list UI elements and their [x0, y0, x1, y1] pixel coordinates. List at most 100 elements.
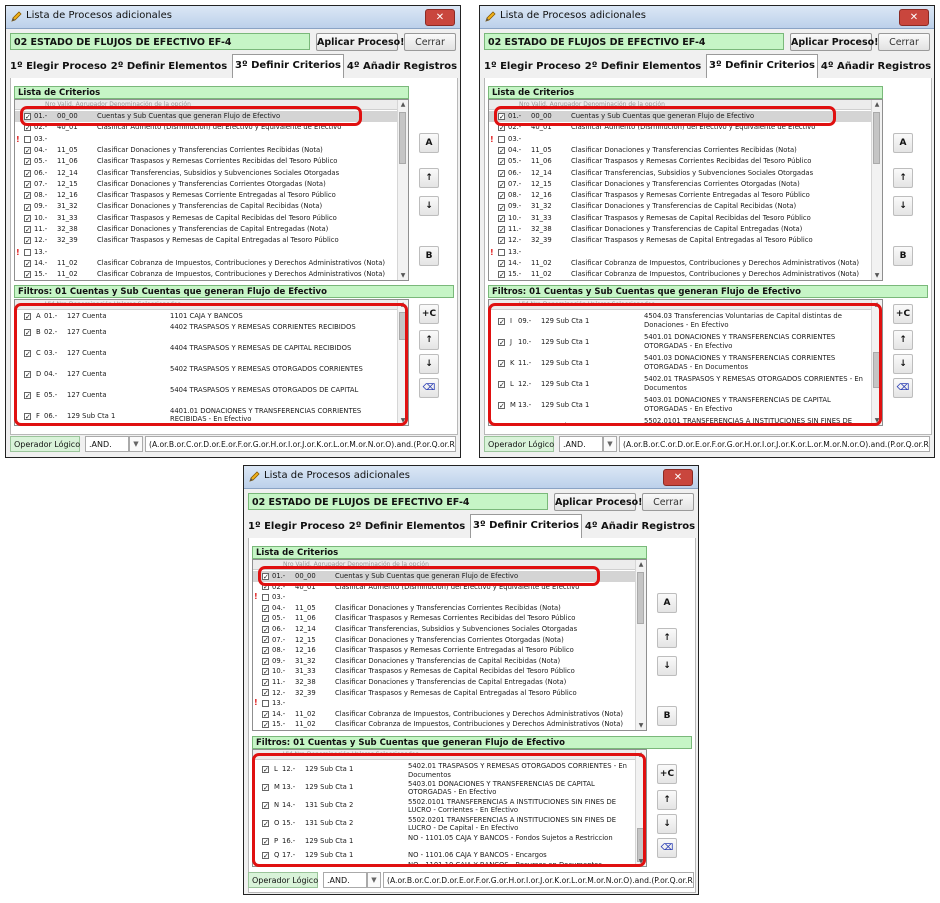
eraser-icon[interactable]: ⌫	[893, 378, 913, 398]
criteria-checkbox[interactable]: ✓	[262, 636, 269, 644]
close-icon[interactable]: ✕	[899, 9, 929, 26]
criteria-row[interactable]: ✓ 04.- 11_05 Clasificar Donaciones y Transf…	[489, 145, 871, 156]
criteria-checkbox[interactable]: ✓	[262, 721, 269, 729]
scroll-up-icon[interactable]: ▲	[872, 100, 882, 109]
tab-anadir-registros[interactable]: 4º Añadir Registros	[820, 56, 932, 78]
filter-checkbox[interactable]: ✓	[262, 838, 269, 846]
criteria-list[interactable]: Nro Valid. Agrupador Denominación de la …	[14, 99, 409, 281]
operator-select[interactable]: .AND.	[85, 436, 129, 452]
filter-row[interactable]: ✓ P 16.- 129 Sub Cta 1 NO - 1101.05 CAJA Y B…	[253, 833, 635, 851]
filter-checkbox[interactable]: ✓	[498, 381, 505, 389]
criteria-row[interactable]: ! 13.-	[489, 247, 871, 258]
scroll-up-icon[interactable]: ▲	[398, 300, 408, 309]
criteria-checkbox[interactable]: ✓	[498, 124, 505, 132]
criteria-row[interactable]: ✓ 10.- 31_33 Clasificar Traspasos y Remesas…	[15, 213, 397, 224]
filter-row[interactable]: ✓ N14.- 131 Sub Cta 2 5502.0101 TRANSFERENC…	[489, 416, 871, 425]
criteria-row[interactable]: ✓ 14.- 11_02 Clasificar Cobranza de Impuest…	[15, 258, 397, 269]
criteria-row[interactable]: ✓ 02.- 40_01 Clasificar Aumento (Disminució…	[15, 122, 397, 133]
filter-row[interactable]: ✓ A 01.- 127 Cuenta 1101 CAJA Y BANCOS	[15, 311, 397, 322]
criteria-checkbox[interactable]: ✓	[24, 158, 31, 166]
criteria-row[interactable]: ✓ 10.- 31_33 Clasificar Traspasos y Remesas…	[253, 666, 635, 677]
operator-expression[interactable]: (A.or.B.or.C.or.D.or.E.or.F.or.G.or.H.or…	[145, 436, 456, 452]
criteria-checkbox[interactable]: ✓	[24, 169, 31, 177]
filter-checkbox[interactable]: ✓	[24, 328, 31, 336]
filter-row[interactable]: ✓ Q 17.- 129 Sub Cta 1 NO - 1101.06 CAJA Y B…	[253, 851, 635, 860]
add-condition-button[interactable]: +C	[419, 304, 439, 324]
criteria-checkbox[interactable]: ✓	[24, 192, 31, 200]
move-up-button[interactable]: ↑	[893, 168, 913, 188]
criteria-checkbox[interactable]: ✓	[262, 668, 269, 676]
criteria-checkbox[interactable]: ✓	[262, 710, 269, 718]
button-a[interactable]: A	[657, 593, 677, 613]
criteria-row[interactable]: ✓ 05.- 11_06 Clasificar Traspasos y Remesas…	[489, 156, 871, 167]
filter-checkbox[interactable]: ✓	[498, 360, 505, 368]
filter-checkbox[interactable]: ✓	[262, 820, 269, 828]
close-button[interactable]: Cerrar	[878, 33, 930, 51]
tab-definir-criterios[interactable]: 3º Definir Criterios	[232, 54, 344, 79]
criteria-checkbox[interactable]: ✓	[24, 203, 31, 211]
criteria-row[interactable]: ✓ 07.- 12_15 Clasificar Donaciones y Transf…	[253, 635, 635, 646]
criteria-checkbox[interactable]: ✓	[262, 583, 269, 591]
criteria-checkbox[interactable]: ✓	[262, 646, 269, 654]
filter-move-down-button[interactable]: ↓	[419, 354, 439, 374]
button-b[interactable]: B	[419, 246, 439, 266]
tab-elegir-proceso[interactable]: 1º Elegir Proceso	[484, 56, 581, 78]
filter-checkbox[interactable]: ✓	[24, 312, 31, 320]
scroll-down-icon[interactable]: ▼	[636, 857, 646, 866]
move-up-button[interactable]: ↑	[419, 168, 439, 188]
scroll-thumb[interactable]	[399, 112, 406, 164]
add-condition-button[interactable]: +C	[657, 764, 677, 784]
dropdown-arrow-icon[interactable]: ▼	[129, 436, 143, 452]
criteria-row[interactable]: ✓ 02.- 40_01 Clasificar Aumento (Disminució…	[489, 122, 871, 133]
criteria-checkbox[interactable]	[262, 593, 269, 601]
criteria-checkbox[interactable]: ✓	[498, 147, 505, 155]
criteria-row[interactable]: ✓ 04.- 11_05 Clasificar Donaciones y Transf…	[15, 145, 397, 156]
scroll-thumb[interactable]	[399, 312, 406, 340]
tab-anadir-registros[interactable]: 4º Añadir Registros	[584, 516, 696, 538]
criteria-checkbox[interactable]: ✓	[498, 169, 505, 177]
scroll-down-icon[interactable]: ▼	[398, 271, 408, 280]
filter-checkbox[interactable]: ✓	[498, 423, 505, 425]
scroll-down-icon[interactable]: ▼	[872, 271, 882, 280]
filter-checkbox[interactable]: ✓	[24, 370, 31, 378]
close-icon[interactable]: ✕	[425, 9, 455, 26]
filter-row[interactable]: ✓ N14.- 131 Sub Cta 2 5502.0101 TRANSFERENC…	[253, 797, 635, 815]
criteria-row[interactable]: ! 03.-	[253, 592, 635, 603]
criteria-checkbox[interactable]: ✓	[262, 572, 269, 580]
criteria-checkbox[interactable]: ✓	[498, 237, 505, 245]
criteria-checkbox[interactable]: ✓	[24, 260, 31, 268]
filter-row[interactable]: ✓ R18.- 129 Sub Cta 1 NO - 1101.10 CAJA Y B…	[253, 860, 635, 866]
criteria-row[interactable]: ✓ 15.- 11_02 Clasificar Cobranza de Impuest…	[15, 269, 397, 280]
criteria-checkbox[interactable]: ✓	[24, 271, 31, 279]
criteria-checkbox[interactable]: ✓	[24, 226, 31, 234]
criteria-checkbox[interactable]: ✓	[498, 192, 505, 200]
tab-definir-criterios[interactable]: 3º Definir Criterios	[706, 54, 818, 79]
filters-scrollbar[interactable]: ▲ ▼	[635, 750, 646, 866]
operator-expression[interactable]: (A.or.B.or.C.or.D.or.E.or.F.or.G.or.H.or…	[619, 436, 930, 452]
criteria-checkbox[interactable]	[498, 135, 505, 143]
criteria-row[interactable]: ✓ 01.- 00_00 Cuentas y Sub Cuentas que gene…	[253, 571, 635, 582]
criteria-row[interactable]: ✓ 06.- 12_14 Clasificar Transferencias, Sub…	[489, 168, 871, 179]
tab-anadir-registros[interactable]: 4º Añadir Registros	[346, 56, 458, 78]
filter-checkbox[interactable]: ✓	[24, 412, 31, 420]
scroll-down-icon[interactable]: ▼	[398, 416, 408, 425]
filter-move-up-button[interactable]: ↑	[893, 330, 913, 350]
criteria-row[interactable]: ✓ 08.- 12_16 Clasificar Traspasos y Remesas…	[489, 190, 871, 201]
criteria-checkbox[interactable]: ✓	[498, 226, 505, 234]
criteria-checkbox[interactable]: ✓	[24, 214, 31, 222]
criteria-list[interactable]: Nro Valid. Agrupador Denominación de la …	[488, 99, 883, 281]
filter-checkbox[interactable]: ✓	[24, 349, 31, 357]
criteria-row[interactable]: ✓ 02.- 40_01 Clasificar Aumento (Disminució…	[253, 582, 635, 593]
criteria-row[interactable]: ! 13.-	[253, 698, 635, 709]
criteria-row[interactable]: ! 13.-	[15, 247, 397, 258]
scroll-down-icon[interactable]: ▼	[872, 416, 882, 425]
filter-row[interactable]: ✓ M 13.- 129 Sub Cta 1 5403.01 DONACIONES Y …	[489, 395, 871, 416]
criteria-checkbox[interactable]: ✓	[24, 113, 31, 121]
filter-row[interactable]: ✓ J 10.- 129 Sub Cta 1 5401.01 DONACIONES Y …	[489, 332, 871, 353]
filter-row[interactable]: ✓ F 06.- 129 Sub Cta 1 4401.01 DONACIONES Y …	[15, 406, 397, 425]
button-a[interactable]: A	[893, 133, 913, 153]
criteria-checkbox[interactable]: ✓	[24, 124, 31, 132]
apply-process-button[interactable]: Aplicar Proceso!	[790, 33, 878, 51]
criteria-checkbox[interactable]: ✓	[24, 147, 31, 155]
move-down-button[interactable]: ↓	[893, 196, 913, 216]
